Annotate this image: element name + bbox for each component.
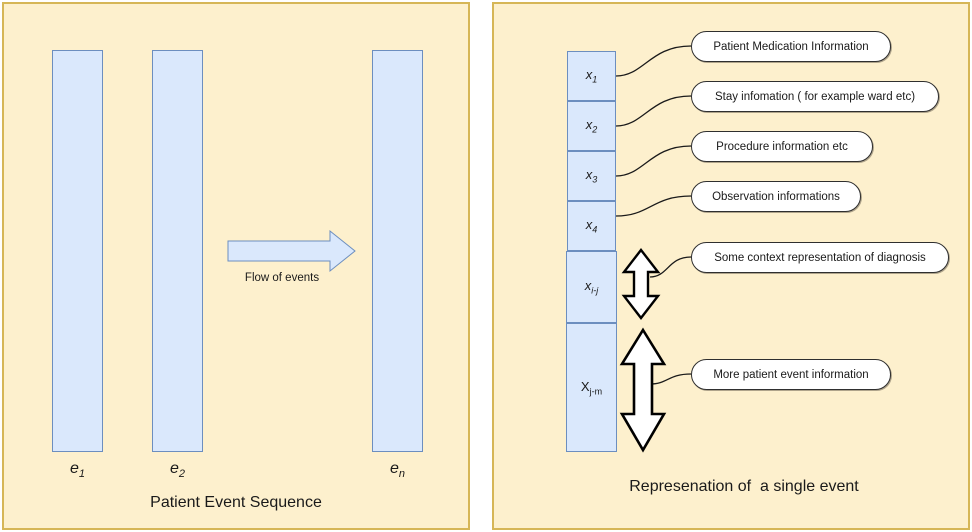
callout-text: Some context representation of diagnosis (714, 251, 926, 264)
event-bar-en[interactable] (372, 50, 423, 452)
dimension-cell-x1[interactable]: x1 (567, 51, 616, 101)
callout-bubble-more-patient-event[interactable]: More patient event information (691, 359, 891, 390)
left-panel-caption: Patient Event Sequence (150, 494, 322, 511)
callout-bubble-patient-medication[interactable]: Patient Medication Information (691, 31, 891, 62)
event-bar-label-e1: e1 (52, 460, 103, 480)
callout-text: More patient event information (713, 368, 869, 381)
event-bar-e2[interactable] (152, 50, 203, 452)
event-label-sub: 2 (178, 468, 186, 481)
right-panel-caption: Represenation of a single event (629, 478, 859, 495)
flow-of-events-label: Flow of events (244, 272, 320, 284)
dimension-cell-label: xi-j (584, 278, 599, 296)
event-label-sub: n (398, 468, 406, 481)
callout-text: Patient Medication Information (713, 40, 869, 53)
dimension-cell-label: x3 (585, 167, 598, 185)
event-bar-e1[interactable] (52, 50, 103, 452)
dimension-cell-xij[interactable]: xi-j (566, 251, 617, 323)
event-bar-label-en: en (372, 460, 423, 480)
callout-bubble-context-diagnosis[interactable]: Some context representation of diagnosis (691, 242, 949, 273)
event-label-base: e (169, 460, 179, 477)
dimension-cell-x3[interactable]: x3 (567, 151, 616, 201)
callout-text: Observation informations (712, 190, 840, 203)
dimension-cell-label: Xj-m (580, 378, 603, 397)
event-label-sub: 1 (78, 468, 86, 481)
callout-bubble-stay-information[interactable]: Stay infomation ( for example ward etc) (691, 81, 939, 112)
diagram-canvas: e1 e2 en Flow of events Patient Event Se… (0, 0, 972, 532)
callout-bubble-observation-informations[interactable]: Observation informations (691, 181, 861, 212)
callout-text: Procedure information etc (716, 140, 848, 153)
dimension-cell-label: x4 (585, 217, 598, 235)
dimension-cell-label: x1 (585, 67, 598, 85)
dimension-cell-label: x2 (585, 117, 598, 135)
callout-text: Stay infomation ( for example ward etc) (714, 90, 916, 103)
event-label-base: e (69, 460, 79, 477)
dimension-cell-x4[interactable]: x4 (567, 201, 616, 251)
callout-bubble-procedure-information[interactable]: Procedure information etc (691, 131, 873, 162)
event-label-base: e (389, 460, 399, 477)
dimension-cell-xjm[interactable]: Xj-m (566, 323, 617, 452)
event-bar-label-e2: e2 (152, 460, 203, 480)
dimension-cell-x2[interactable]: x2 (567, 101, 616, 151)
